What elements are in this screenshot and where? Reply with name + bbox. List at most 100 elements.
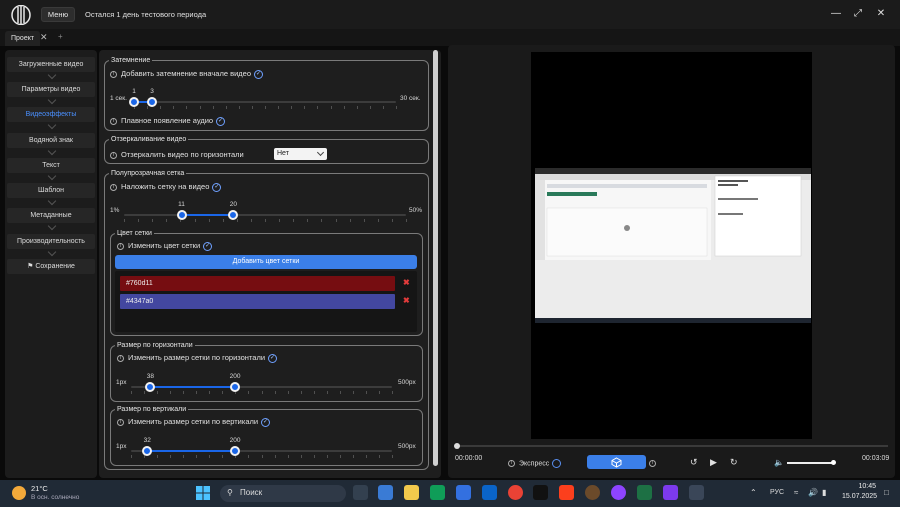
app-icon[interactable] (663, 485, 678, 500)
mirror-select[interactable]: Нет (274, 148, 327, 160)
slider-tick (209, 391, 211, 394)
clock-date[interactable]: 15.07.2025 (842, 493, 877, 500)
check-icon[interactable]: ✓ (216, 116, 226, 126)
grid-color-checkbox-row[interactable]: i Изменить цвет сетки ✓ (117, 241, 213, 251)
sidebar-item-video-effects[interactable]: Видеоэффекты (7, 107, 95, 122)
play-icon[interactable]: ▶ (710, 457, 717, 468)
delete-icon[interactable]: ✖ (403, 296, 410, 305)
slider-tick (222, 391, 224, 394)
tab-project[interactable]: Проект (5, 31, 41, 46)
express-toggle[interactable] (552, 459, 562, 468)
info-icon: i (508, 460, 515, 467)
app-icon[interactable] (533, 485, 548, 500)
grid-horizontal-checkbox-row[interactable]: i Изменить размер сетки по горизонтали ✓ (117, 353, 278, 363)
sidebar-item-video-params[interactable]: Параметры видео (7, 82, 95, 97)
excel-icon[interactable] (637, 485, 652, 500)
app-icon[interactable] (456, 485, 471, 500)
app-icon[interactable] (430, 485, 445, 500)
yandex-icon[interactable] (559, 485, 574, 500)
add-tab-icon[interactable]: + (58, 32, 63, 41)
taskbar-search[interactable] (220, 485, 346, 502)
rewind-icon[interactable]: ↺ (690, 457, 698, 468)
slider-tick (199, 106, 201, 109)
slider-tick (396, 106, 397, 109)
menu-button[interactable]: Меню (41, 7, 75, 22)
close-icon[interactable]: ✕ (874, 7, 888, 21)
settings-scrollbar[interactable] (433, 50, 438, 466)
sidebar-item-performance[interactable]: Производительность (7, 234, 95, 249)
battery-icon[interactable]: ▮ (822, 488, 826, 497)
tab-close-icon[interactable]: ✕ (40, 32, 48, 43)
task-view-icon[interactable] (353, 485, 368, 500)
scrollbar-thumb[interactable] (433, 50, 438, 466)
slider-handle-high[interactable] (147, 97, 158, 107)
slider-tick (170, 455, 172, 458)
slider-handle-low[interactable] (176, 210, 187, 220)
express-mode[interactable]: i Экспресс (508, 459, 562, 468)
info-icon: i (110, 151, 117, 159)
grid-checkbox-row[interactable]: i Наложить сетку на видео ✓ (110, 182, 222, 192)
sidebar-item-template[interactable]: Шаблон (7, 183, 95, 198)
notification-icon[interactable]: □ (884, 488, 889, 497)
app-icon[interactable] (378, 485, 393, 500)
sidebar-item-label: Загруженные видео (18, 61, 84, 68)
slider-tick (349, 219, 351, 222)
delete-icon[interactable]: ✖ (403, 278, 410, 287)
info-icon: i (110, 117, 117, 125)
grid-vertical-checkbox-row[interactable]: i Изменить размер сетки по вертикали ✓ (117, 417, 271, 427)
chevron-up-icon[interactable]: ⌃ (750, 488, 757, 497)
volume-icon[interactable]: 🔈 (774, 458, 784, 467)
language-indicator[interactable]: РУС (770, 489, 784, 496)
slider-track[interactable] (134, 101, 396, 103)
chrome-icon[interactable] (508, 485, 523, 500)
app-icon[interactable] (585, 485, 600, 500)
restore-icon[interactable]: ⤢ (851, 7, 865, 21)
wifi-icon[interactable]: ≈ (794, 488, 798, 497)
check-icon[interactable]: ✓ (268, 353, 278, 363)
grid-color-item[interactable]: #4347a0 (120, 294, 395, 309)
check-icon[interactable]: ✓ (254, 69, 263, 79)
timeline-handle[interactable] (454, 443, 460, 449)
slider-tick (365, 455, 367, 458)
forward-icon[interactable]: ↻ (730, 457, 738, 468)
minimize-icon[interactable]: — (829, 7, 843, 21)
windows-start-icon[interactable] (196, 486, 210, 500)
timeline-track[interactable] (458, 445, 888, 447)
slider-tick (363, 219, 365, 222)
slider-tick (261, 455, 263, 458)
fade-checkbox-row[interactable]: i Добавить затемнение вначале видео ✓ (110, 69, 263, 79)
sidebar-item-metadata[interactable]: Метаданные (7, 208, 95, 223)
weather-temperature[interactable]: 21°C (31, 484, 48, 493)
grid-color-legend: Цвет сетки (117, 230, 152, 237)
weather-description[interactable]: В осн. солнечно (31, 494, 79, 501)
slider-tick (248, 391, 250, 394)
clock-time[interactable]: 10:45 (856, 483, 876, 490)
check-icon[interactable]: ✓ (261, 417, 271, 427)
slider-high-value: 3 (150, 88, 154, 95)
app-icon[interactable] (611, 485, 626, 500)
check-icon[interactable]: ✓ (212, 182, 222, 192)
render-button[interactable] (587, 455, 646, 469)
sidebar-item-save[interactable]: ⚑ Сохранение (7, 259, 95, 274)
volume-handle[interactable] (831, 460, 836, 465)
slider-handle-low[interactable] (129, 97, 139, 107)
audio-fade-row[interactable]: i Плавное появление аудио ✓ (110, 116, 226, 126)
slider-tick (183, 455, 185, 458)
weather-sun-icon[interactable] (12, 486, 26, 500)
trial-notice: Остался 1 день тестового периода (85, 10, 207, 19)
sidebar-item-uploaded-videos[interactable]: Загруженные видео (7, 57, 95, 72)
add-grid-color-button[interactable]: Добавить цвет сетки (115, 255, 417, 269)
file-explorer-icon[interactable] (404, 485, 419, 500)
app-icon[interactable] (689, 485, 704, 500)
slider-tick (186, 106, 188, 109)
slider-track[interactable] (124, 214, 406, 216)
volume-tray-icon[interactable]: 🔊 (808, 488, 818, 497)
app-icon[interactable] (482, 485, 497, 500)
grid-color-item[interactable]: #760d11 (120, 276, 395, 291)
slider-tick (173, 106, 175, 109)
grid-range-max: 50% (409, 207, 423, 214)
slider-tick (183, 391, 185, 394)
check-icon[interactable]: ✓ (203, 241, 213, 251)
sidebar-item-watermark[interactable]: Водяной знак (7, 133, 95, 148)
sidebar-item-text[interactable]: Текст (7, 158, 95, 173)
